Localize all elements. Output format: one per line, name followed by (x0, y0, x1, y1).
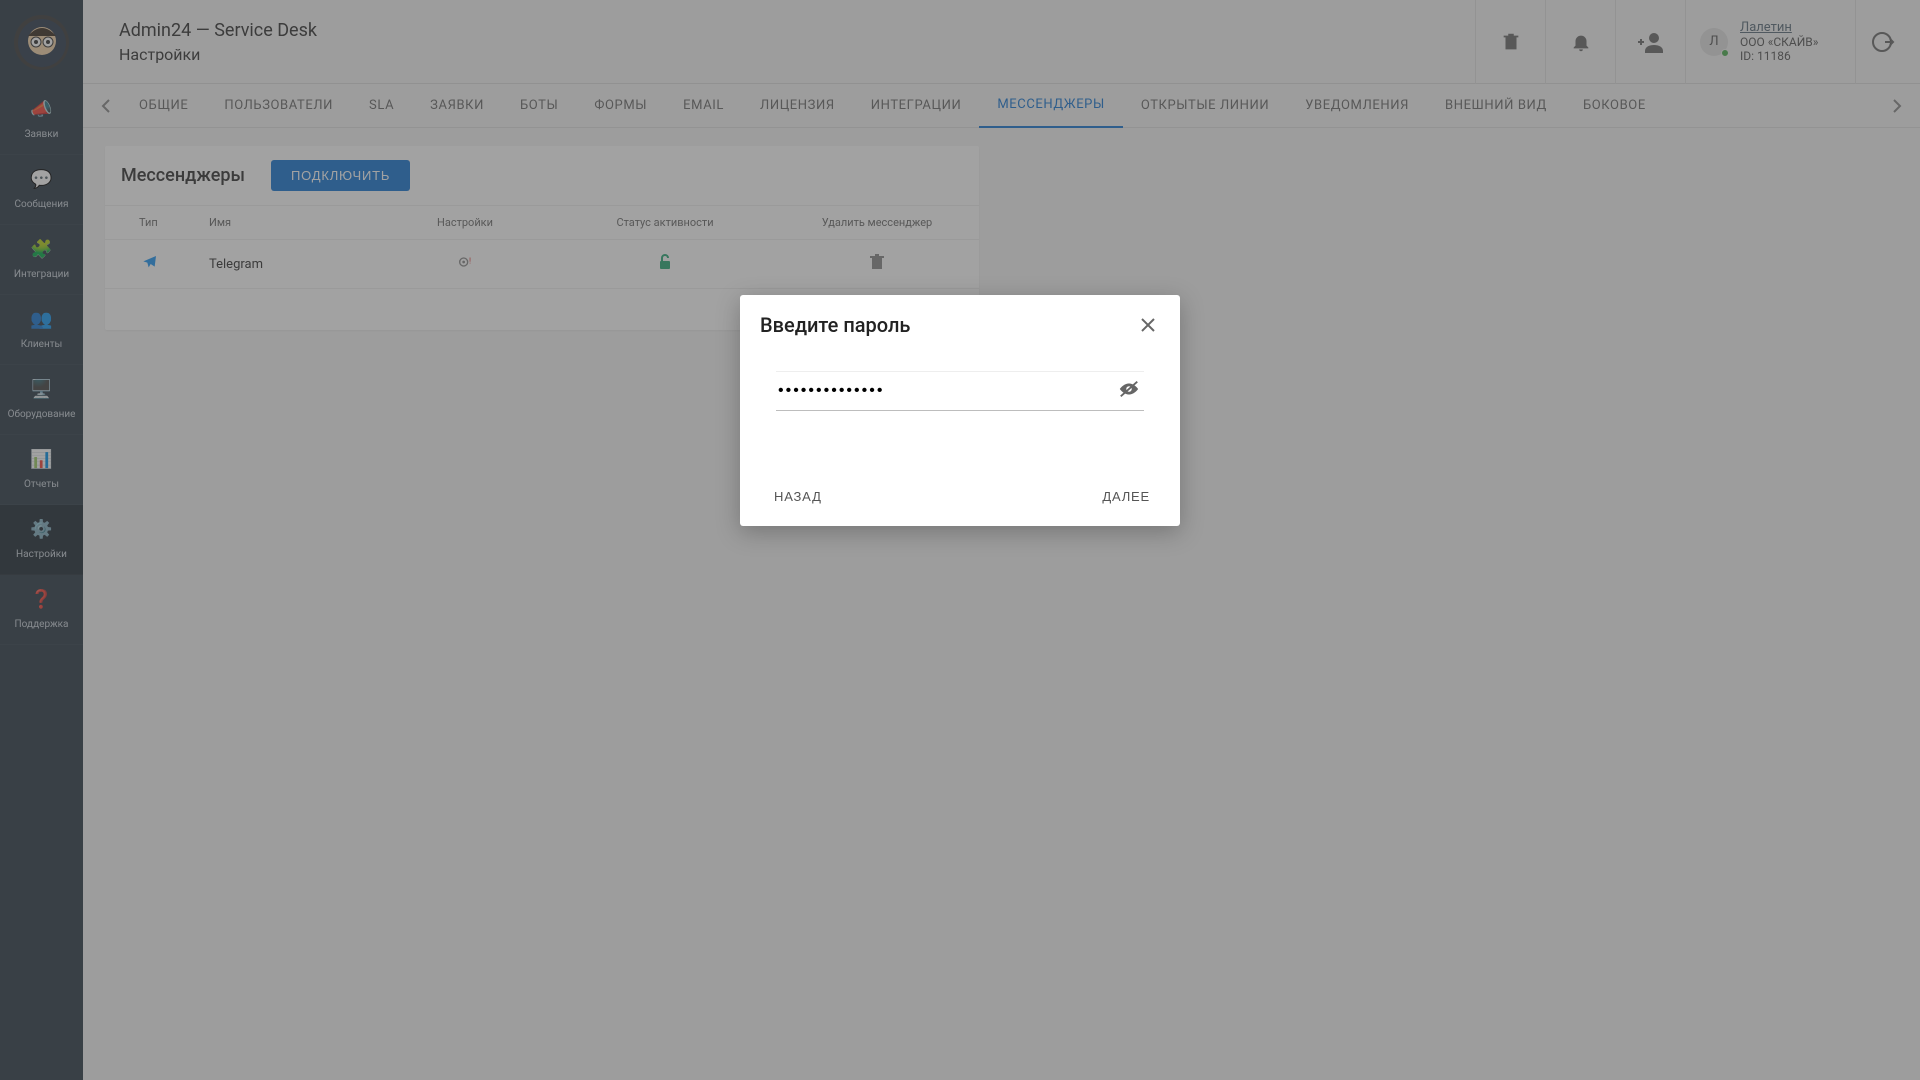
eye-off-icon (1118, 379, 1140, 399)
dialog-body (740, 347, 1180, 475)
toggle-password-visibility[interactable] (1114, 375, 1144, 407)
dialog-title: Введите пароль (760, 313, 910, 337)
close-icon (1140, 317, 1156, 333)
next-button-label: ДАЛЕЕ (1102, 489, 1150, 504)
dialog-footer: НАЗАД ДАЛЕЕ (740, 475, 1180, 526)
password-input[interactable] (776, 376, 1114, 406)
next-button[interactable]: ДАЛЕЕ (1092, 481, 1160, 512)
password-dialog: Введите пароль НАЗАД ДАЛЕЕ (740, 295, 1180, 526)
back-button-label: НАЗАД (774, 489, 822, 504)
modal-overlay[interactable] (0, 0, 1920, 1080)
dialog-header: Введите пароль (740, 295, 1180, 347)
dialog-close-button[interactable] (1136, 313, 1160, 337)
back-button[interactable]: НАЗАД (764, 481, 832, 512)
password-field-row (776, 371, 1144, 411)
